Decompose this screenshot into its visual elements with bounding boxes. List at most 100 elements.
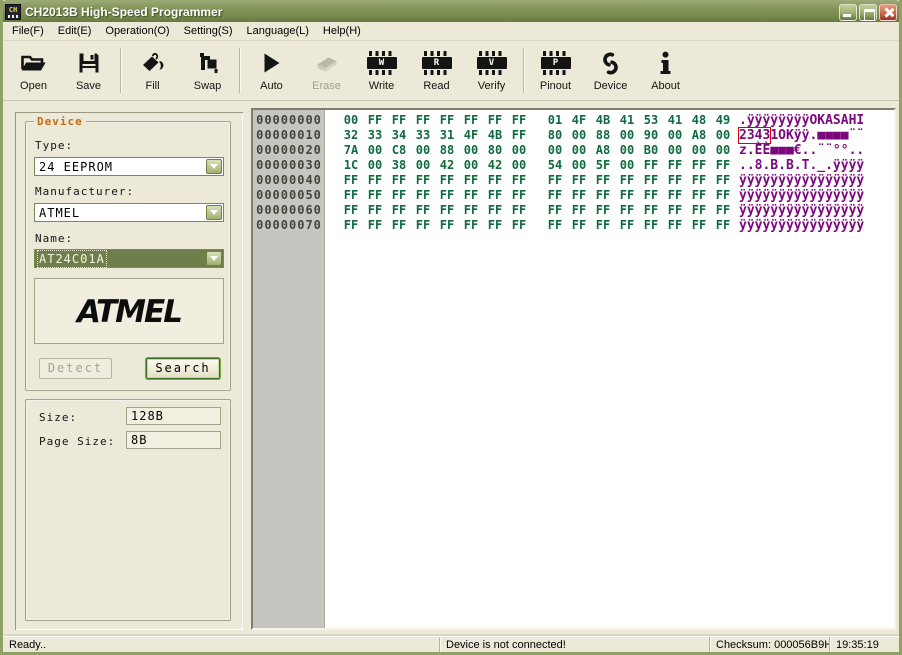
hex-byte[interactable]: FF (483, 203, 507, 218)
hex-byte[interactable]: C8 (387, 143, 411, 158)
device-button[interactable]: Device (583, 43, 638, 98)
hex-byte[interactable]: FF (387, 173, 411, 188)
search-button[interactable]: Search (146, 358, 220, 379)
hex-byte[interactable]: FF (543, 218, 567, 233)
hex-byte[interactable]: FF (507, 188, 531, 203)
hex-byte[interactable]: 00 (543, 143, 567, 158)
hex-byte[interactable]: FF (507, 203, 531, 218)
hex-byte[interactable]: FF (411, 203, 435, 218)
hex-byte[interactable]: FF (711, 173, 735, 188)
hex-byte[interactable]: FF (639, 158, 663, 173)
read-button[interactable]: RRead (409, 43, 464, 98)
hex-byte[interactable]: FF (687, 158, 711, 173)
hex-byte[interactable]: FF (615, 203, 639, 218)
hex-byte[interactable]: FF (483, 188, 507, 203)
write-button[interactable]: WWrite (354, 43, 409, 98)
fill-button[interactable]: Fill (125, 43, 180, 98)
about-button[interactable]: About (638, 43, 693, 98)
hex-byte[interactable]: FF (507, 128, 531, 143)
hex-byte[interactable]: 88 (435, 143, 459, 158)
hex-byte[interactable]: FF (363, 203, 387, 218)
hex-byte[interactable]: 80 (543, 128, 567, 143)
hex-byte[interactable]: 7A (339, 143, 363, 158)
hex-byte[interactable]: 80 (483, 143, 507, 158)
hex-byte[interactable]: 00 (363, 158, 387, 173)
hex-byte[interactable]: FF (435, 188, 459, 203)
hex-ascii[interactable]: 23431OKÿÿ.■■■■¨¨ (739, 128, 864, 143)
hex-byte[interactable]: FF (435, 173, 459, 188)
hex-byte[interactable]: A8 (687, 128, 711, 143)
hex-byte[interactable]: B0 (639, 143, 663, 158)
hex-ascii[interactable]: ÿÿÿÿÿÿÿÿÿÿÿÿÿÿÿÿ (739, 188, 864, 203)
hex-byte[interactable]: FF (387, 203, 411, 218)
hex-byte[interactable]: FF (567, 173, 591, 188)
hex-byte[interactable]: 1C (339, 158, 363, 173)
hex-byte[interactable]: 88 (591, 128, 615, 143)
pinout-button[interactable]: PPinout (528, 43, 583, 98)
hex-byte[interactable]: FF (663, 188, 687, 203)
hex-byte[interactable]: 00 (663, 143, 687, 158)
hex-byte[interactable]: 38 (387, 158, 411, 173)
name-combobox[interactable]: AT24C01A (34, 249, 224, 268)
hex-ascii[interactable]: ÿÿÿÿÿÿÿÿÿÿÿÿÿÿÿÿ (739, 218, 864, 233)
menu-item-language[interactable]: Language(L) (240, 23, 316, 39)
hex-byte[interactable]: 41 (663, 113, 687, 128)
hex-byte[interactable]: 00 (507, 158, 531, 173)
hex-byte[interactable]: 01 (543, 113, 567, 128)
hex-byte[interactable]: FF (711, 158, 735, 173)
hex-byte[interactable]: FF (339, 173, 363, 188)
hex-byte[interactable]: FF (591, 188, 615, 203)
hex-byte[interactable]: FF (663, 158, 687, 173)
hex-byte[interactable]: 41 (615, 113, 639, 128)
hex-byte[interactable]: 00 (411, 158, 435, 173)
hex-byte[interactable]: 4B (591, 113, 615, 128)
hex-byte[interactable]: FF (339, 203, 363, 218)
hex-byte[interactable]: FF (411, 218, 435, 233)
hex-byte[interactable]: 53 (639, 113, 663, 128)
hex-byte[interactable]: FF (411, 113, 435, 128)
hex-byte[interactable]: FF (435, 203, 459, 218)
hex-byte[interactable]: FF (615, 188, 639, 203)
hex-byte[interactable]: FF (639, 188, 663, 203)
hex-byte[interactable]: FF (663, 173, 687, 188)
hex-byte[interactable]: FF (567, 218, 591, 233)
hex-byte[interactable]: 90 (639, 128, 663, 143)
chevron-down-icon[interactable] (206, 205, 222, 220)
hex-byte[interactable]: FF (507, 113, 531, 128)
hex-byte[interactable]: FF (639, 203, 663, 218)
hex-byte[interactable]: FF (435, 113, 459, 128)
hex-byte[interactable]: FF (687, 188, 711, 203)
menu-item-file[interactable]: File(F) (5, 23, 51, 39)
hex-byte[interactable]: FF (339, 218, 363, 233)
hex-byte[interactable]: 33 (363, 128, 387, 143)
verify-button[interactable]: VVerify (464, 43, 519, 98)
hex-byte[interactable]: FF (591, 173, 615, 188)
hex-byte[interactable]: FF (711, 188, 735, 203)
hex-byte[interactable]: FF (363, 173, 387, 188)
hex-byte[interactable]: FF (543, 203, 567, 218)
minimize-icon[interactable] (839, 4, 857, 21)
hex-byte[interactable]: 31 (435, 128, 459, 143)
hex-byte[interactable]: FF (711, 218, 735, 233)
hex-byte[interactable]: FF (507, 173, 531, 188)
close-icon[interactable] (879, 4, 897, 21)
hex-byte[interactable]: FF (483, 218, 507, 233)
hex-byte[interactable]: FF (639, 173, 663, 188)
hex-byte[interactable]: FF (543, 188, 567, 203)
hex-byte[interactable]: FF (639, 218, 663, 233)
hex-byte[interactable]: FF (591, 203, 615, 218)
hex-byte[interactable]: 42 (435, 158, 459, 173)
hex-byte[interactable]: FF (363, 218, 387, 233)
hex-byte[interactable]: FF (459, 203, 483, 218)
hex-byte[interactable]: FF (411, 188, 435, 203)
hex-ascii[interactable]: ÿÿÿÿÿÿÿÿÿÿÿÿÿÿÿÿ (739, 173, 864, 188)
swap-button[interactable]: Swap (180, 43, 235, 98)
hex-byte[interactable]: 00 (411, 143, 435, 158)
hex-byte[interactable]: 00 (459, 158, 483, 173)
menu-item-edit[interactable]: Edit(E) (51, 23, 99, 39)
hex-byte[interactable]: FF (387, 113, 411, 128)
hex-byte[interactable]: FF (663, 203, 687, 218)
hex-byte[interactable]: 48 (687, 113, 711, 128)
hex-ascii[interactable]: z.ÈÈ■■■€..¨¨°°.. (739, 143, 864, 158)
hex-byte[interactable]: FF (363, 113, 387, 128)
